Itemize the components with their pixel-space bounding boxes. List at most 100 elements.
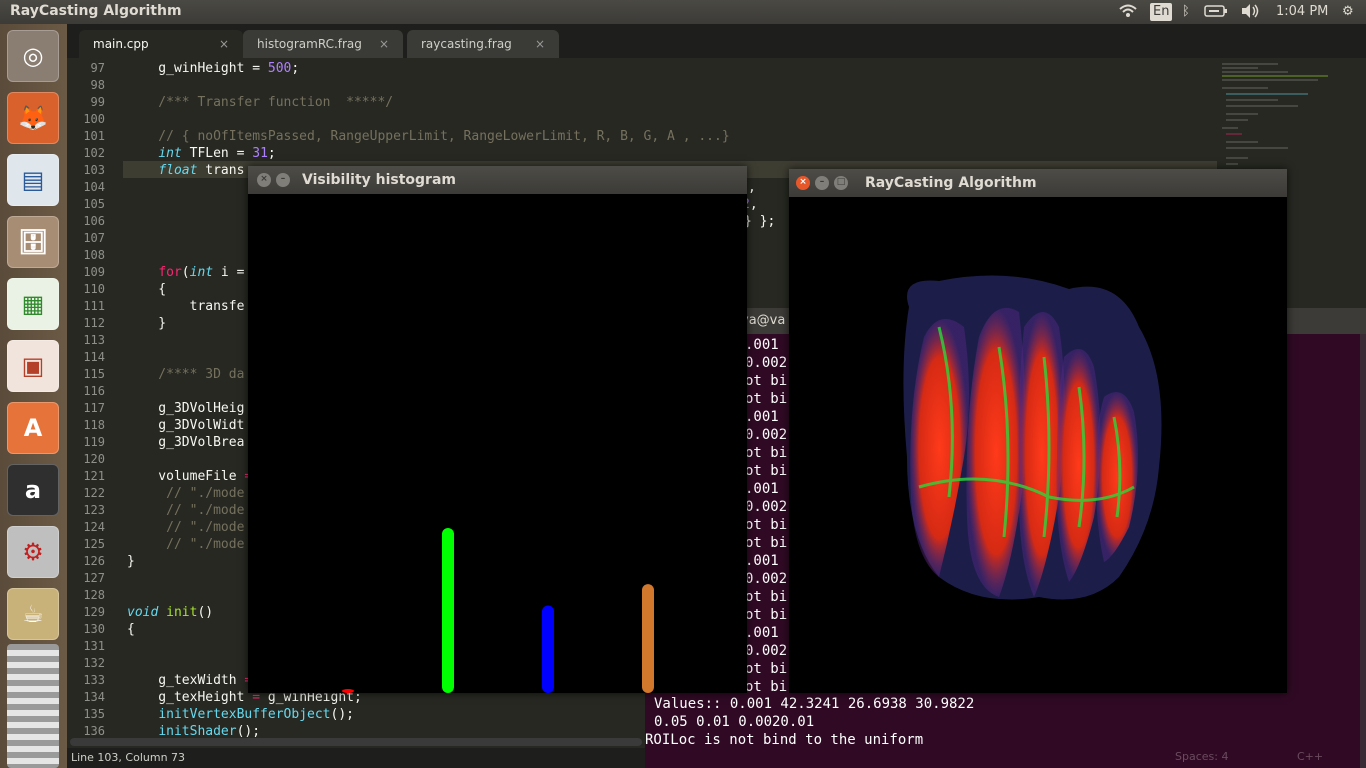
terminal-line: 0.05 0.01 0.0020.01: [654, 714, 815, 730]
terminal-line: ot bi: [745, 607, 788, 623]
line-number: 130: [83, 622, 105, 636]
terminal-line: ROILoc is not bind to the uniform: [645, 732, 924, 748]
raycasting-window[interactable]: × – □ RayCasting Algorithm: [789, 169, 1287, 693]
amazon-icon[interactable]: a: [7, 464, 59, 516]
terminal-line: 0.002: [745, 571, 788, 587]
line-number: 111: [83, 299, 105, 313]
histogram-title-bar[interactable]: × – Visibility histogram: [248, 166, 747, 194]
raycasting-title-bar[interactable]: × – □ RayCasting Algorithm: [789, 169, 1287, 197]
line-number: 119: [83, 435, 105, 449]
terminal-line: ot bi: [745, 535, 788, 551]
line-number-gutter: 97 98 99 100 101 102 103 104 105 106 107 108 109 110 1…: [67, 58, 123, 738]
editor-tab-bar: main.cpp × histogramRC.frag × raycasting…: [67, 24, 1366, 58]
power-gear-icon[interactable]: ⚙: [1342, 3, 1354, 21]
line-number: 136: [83, 724, 105, 738]
firefox-icon[interactable]: 🦊: [7, 92, 59, 144]
line-number: 100: [83, 112, 105, 126]
volume-render-foot: [903, 275, 1162, 600]
terminal-scrollbar[interactable]: [1360, 334, 1366, 768]
tab-main-cpp[interactable]: main.cpp ×: [79, 30, 243, 58]
terminal-line: ot bi: [745, 661, 788, 677]
wifi-icon[interactable]: [1118, 3, 1138, 21]
line-number: 102: [83, 146, 105, 160]
histogram-bar: [542, 605, 554, 693]
tab-label: main.cpp: [93, 37, 149, 51]
libreoffice-impress-icon[interactable]: ▤: [7, 154, 59, 206]
histogram-bar: [342, 689, 354, 693]
minimize-icon[interactable]: –: [815, 176, 829, 190]
terminal-line: 0.002: [745, 643, 788, 659]
histogram-bar: [642, 584, 654, 693]
editor-status-bar: Line 103, Column 73: [67, 748, 645, 768]
status-spaces: Spaces: 4: [1175, 750, 1229, 763]
line-number: 105: [83, 197, 105, 211]
terminal-line: .001: [745, 553, 779, 569]
raycasting-window-title: RayCasting Algorithm: [865, 175, 1037, 191]
status-syntax: C++: [1297, 750, 1324, 763]
battery-icon[interactable]: [1204, 3, 1228, 21]
line-number: 134: [83, 690, 105, 704]
line-number: 126: [83, 554, 105, 568]
terminal-line: Values:: 0.001 42.3241 26.6938 30.9822: [654, 696, 975, 712]
line-number: 127: [83, 571, 105, 585]
libreoffice-calc-icon[interactable]: ▦: [7, 278, 59, 330]
keyboard-layout-indicator[interactable]: En: [1150, 3, 1173, 21]
terminal-line: ot bi: [745, 463, 788, 479]
terminal-line: 0.002: [745, 355, 788, 371]
line-number: 107: [83, 231, 105, 245]
close-icon[interactable]: ×: [257, 173, 271, 187]
line-number: 117: [83, 401, 105, 415]
clock[interactable]: 1:04 PM: [1276, 3, 1328, 21]
histogram-canvas: [342, 528, 654, 693]
line-number: 101: [83, 129, 105, 143]
line-number: 112: [83, 316, 105, 330]
line-number: 131: [83, 639, 105, 653]
line-number: 115: [83, 367, 105, 381]
line-number: 103: [83, 163, 105, 177]
launcher: ◎ 🦊 ▤ 🗄 ▦ ▣ A a ⚙ ☕: [0, 24, 67, 768]
terminal-line: 0.002: [745, 427, 788, 443]
close-icon[interactable]: ×: [796, 176, 810, 190]
terminal-line: ot bi: [745, 517, 788, 533]
tab-close-icon[interactable]: ×: [535, 30, 545, 58]
line-number: 120: [83, 452, 105, 466]
line-number: 97: [90, 61, 105, 75]
visibility-histogram-window[interactable]: × – Visibility histogram: [248, 166, 747, 693]
line-number: 108: [83, 248, 105, 262]
histogram-window-title: Visibility histogram: [302, 172, 456, 188]
libreoffice-writer-icon[interactable]: ▣: [7, 340, 59, 392]
launcher-stacked-windows[interactable]: [7, 644, 59, 768]
line-number: 104: [83, 180, 105, 194]
volume-icon[interactable]: [1240, 3, 1260, 21]
horizontal-scrollbar[interactable]: [70, 738, 642, 746]
terminal-line: 0.002: [745, 499, 788, 515]
terminal-line: .001: [745, 337, 779, 353]
files-icon[interactable]: 🗄: [7, 216, 59, 268]
terminal-line: ot bi: [745, 445, 788, 461]
tab-close-icon[interactable]: ×: [379, 30, 389, 58]
opengl-app-icon[interactable]: ☕: [7, 588, 59, 640]
line-number: 118: [83, 418, 105, 432]
line-number: 98: [90, 78, 105, 92]
software-center-icon[interactable]: A: [7, 402, 59, 454]
terminal-title: ya@va: [741, 313, 786, 328]
terminal-line: .001: [745, 625, 779, 641]
terminal-line: ot bi: [745, 391, 788, 407]
line-number: 128: [83, 588, 105, 602]
system-settings-icon[interactable]: ⚙: [7, 526, 59, 578]
tab-histogramrc-frag[interactable]: histogramRC.frag ×: [243, 30, 403, 58]
ubuntu-dash-icon[interactable]: ◎: [7, 30, 59, 82]
line-number: 109: [83, 265, 105, 279]
window-title: RayCasting Algorithm: [10, 3, 182, 19]
tab-close-icon[interactable]: ×: [219, 30, 229, 58]
line-number: 124: [83, 520, 105, 534]
minimize-icon[interactable]: –: [276, 173, 290, 187]
tab-raycasting-frag[interactable]: raycasting.frag ×: [407, 30, 559, 58]
maximize-icon[interactable]: □: [834, 176, 848, 190]
line-number: 123: [83, 503, 105, 517]
bluetooth-icon[interactable]: ᛒ: [1182, 3, 1190, 21]
line-number: 122: [83, 486, 105, 500]
tab-label: histogramRC.frag: [257, 37, 362, 51]
cursor-position: Line 103, Column 73: [71, 751, 186, 764]
line-number: 106: [83, 214, 105, 228]
